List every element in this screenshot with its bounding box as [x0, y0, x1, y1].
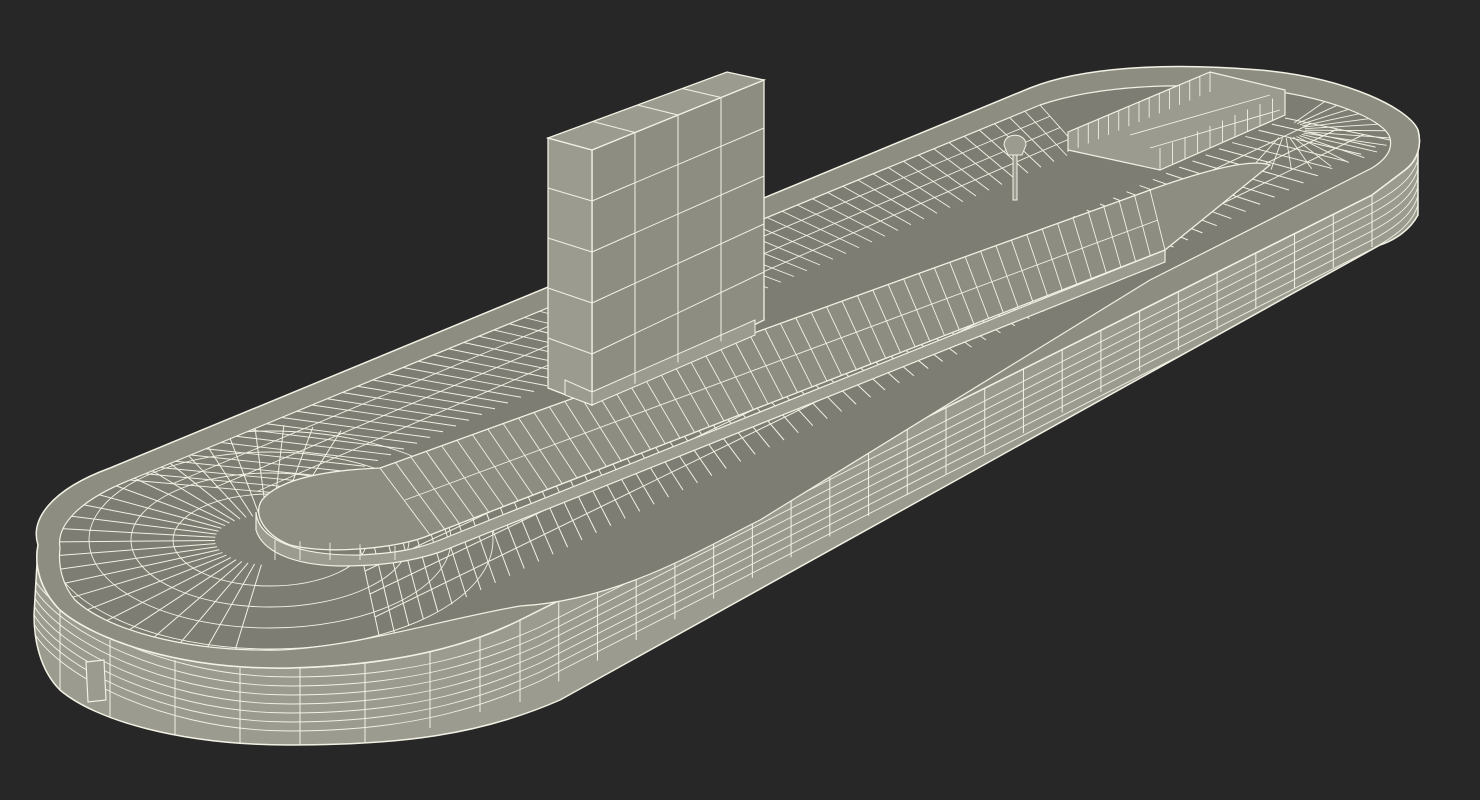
wireframe-edge — [1304, 129, 1391, 132]
control-panel — [85, 659, 107, 703]
render-viewport — [0, 0, 1480, 800]
wireframe-render — [0, 0, 1480, 800]
